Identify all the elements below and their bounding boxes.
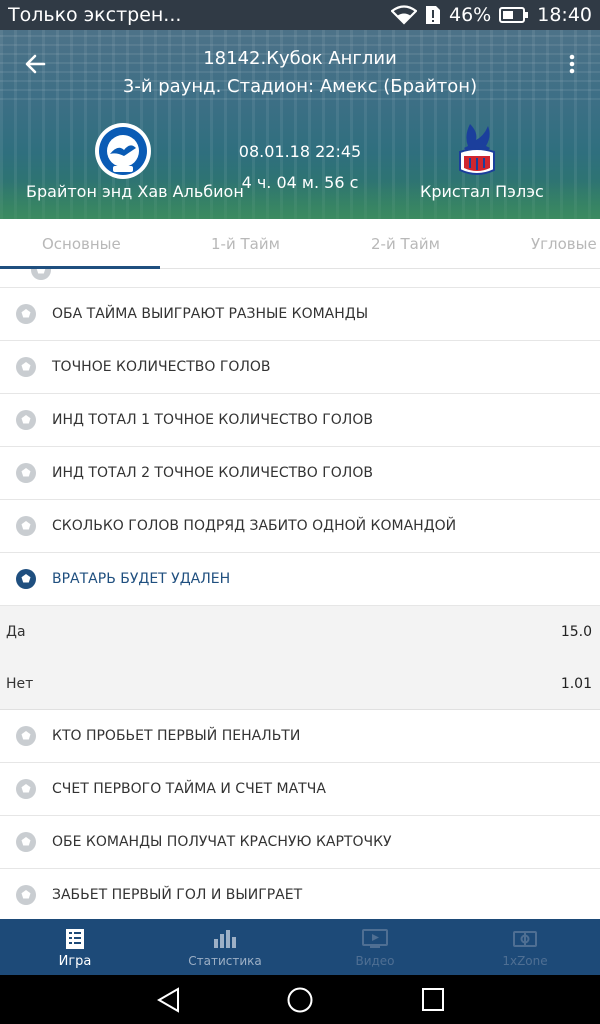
nav-statistics[interactable]: Статистика bbox=[150, 919, 300, 975]
market-list[interactable]: ОБА ТАЙМА ВЫИГРАЮТ РАЗНЫЕ КОМАНДЫ ТОЧНОЕ… bbox=[0, 269, 600, 919]
tab-main[interactable]: Основные bbox=[42, 219, 121, 269]
market-item[interactable]: ТОЧНОЕ КОЛИЧЕСТВО ГОЛОВ bbox=[0, 341, 600, 394]
market-label: КТО ПРОБЬЕТ ПЕРВЫЙ ПЕНАЛЬТИ bbox=[52, 728, 301, 744]
soccer-ball-icon bbox=[16, 304, 36, 324]
system-back-icon[interactable] bbox=[156, 987, 182, 1017]
notification-text: Только экстрен... bbox=[8, 4, 182, 26]
match-header: 18142.Кубок Англии 3-й раунд. Стадион: А… bbox=[0, 30, 600, 219]
outcome-odds: 15.0 bbox=[560, 624, 592, 640]
nav-label: Игра bbox=[58, 953, 92, 969]
soccer-ball-icon bbox=[16, 357, 36, 377]
nav-label: 1xZone bbox=[502, 954, 548, 968]
soccer-ball-icon bbox=[16, 516, 36, 536]
tab-first-half[interactable]: 1-й Тайм bbox=[211, 219, 280, 269]
bottom-navigation: Игра Статистика Видео 1xZone bbox=[0, 919, 600, 975]
market-item[interactable]: ИНД ТОТАЛ 2 ТОЧНОЕ КОЛИЧЕСТВО ГОЛОВ bbox=[0, 447, 600, 500]
outcome-label: Да bbox=[6, 624, 26, 640]
soccer-ball-icon bbox=[16, 726, 36, 746]
sim-alert-icon bbox=[425, 5, 441, 25]
market-label: ОБА ТАЙМА ВЫИГРАЮТ РАЗНЫЕ КОМАНДЫ bbox=[52, 306, 369, 322]
document-icon bbox=[65, 926, 85, 952]
battery-icon bbox=[499, 6, 529, 24]
market-item[interactable]: ИНД ТОТАЛ 1 ТОЧНОЕ КОЛИЧЕСТВО ГОЛОВ bbox=[0, 394, 600, 447]
market-label: ВРАТАРЬ БУДЕТ УДАЛЕН bbox=[52, 571, 231, 587]
soccer-ball-icon bbox=[16, 410, 36, 430]
market-item[interactable]: СЧЕТ ПЕРВОГО ТАЙМА И СЧЕТ МАТЧА bbox=[0, 763, 600, 816]
market-label: ТОЧНОЕ КОЛИЧЕСТВО ГОЛОВ bbox=[52, 359, 271, 375]
soccer-ball-icon bbox=[16, 885, 36, 905]
soccer-ball-icon bbox=[31, 269, 51, 280]
tab-corners[interactable]: Угловые bbox=[531, 219, 597, 269]
tournament-title: 18142.Кубок Англии bbox=[203, 48, 397, 69]
market-label: ИНД ТОТАЛ 2 ТОЧНОЕ КОЛИЧЕСТВО ГОЛОВ bbox=[52, 465, 373, 481]
clock: 18:40 bbox=[537, 4, 592, 26]
nav-label: Видео bbox=[355, 954, 395, 968]
match-date: 08.01.18 22:45 bbox=[238, 142, 362, 161]
outcome-row[interactable]: Да 15.0 bbox=[0, 606, 600, 658]
market-label: ЗАБЬЕТ ПЕРВЫЙ ГОЛ И ВЫИГРАЕТ bbox=[52, 887, 303, 903]
nav-1xzone[interactable]: 1xZone bbox=[450, 919, 600, 975]
market-label: ИНД ТОТАЛ 1 ТОЧНОЕ КОЛИЧЕСТВО ГОЛОВ bbox=[52, 412, 373, 428]
market-item[interactable]: КТО ПРОБЬЕТ ПЕРВЫЙ ПЕНАЛЬТИ bbox=[0, 710, 600, 763]
wifi-icon bbox=[391, 5, 417, 25]
outcome-odds: 1.01 bbox=[560, 675, 592, 692]
market-item[interactable]: ОБЕ КОМАНДЫ ПОЛУЧАТ КРАСНУЮ КАРТОЧКУ bbox=[0, 816, 600, 869]
status-bar: Только экстрен... 46% 18:40 bbox=[0, 0, 600, 30]
outcome-row[interactable]: Нет 1.01 bbox=[0, 658, 600, 710]
match-subtitle: 3-й раунд. Стадион: Амекс (Брайтон) bbox=[122, 76, 478, 97]
market-label: ОБЕ КОМАНДЫ ПОЛУЧАТ КРАСНУЮ КАРТОЧКУ bbox=[52, 834, 392, 850]
tab-second-half[interactable]: 2-й Тайм bbox=[371, 219, 440, 269]
market-item-expanded[interactable]: ВРАТАРЬ БУДЕТ УДАЛЕН bbox=[0, 553, 600, 606]
market-tabs: Основные 1-й Тайм 2-й Тайм Угловые bbox=[0, 219, 600, 269]
zone-icon bbox=[513, 926, 537, 952]
market-item[interactable]: ЗАБЬЕТ ПЕРВЫЙ ГОЛ И ВЫИГРАЕТ bbox=[0, 869, 600, 919]
away-team-name: Кристал Пэлэс bbox=[420, 182, 544, 201]
battery-percent: 46% bbox=[449, 4, 492, 26]
soccer-ball-icon bbox=[16, 569, 36, 589]
nav-game[interactable]: Игра bbox=[0, 919, 150, 975]
bar-chart-icon bbox=[213, 926, 237, 952]
nav-label: Статистика bbox=[188, 954, 262, 968]
system-home-icon[interactable] bbox=[286, 987, 314, 1019]
soccer-ball-icon bbox=[16, 463, 36, 483]
video-icon bbox=[362, 926, 388, 952]
soccer-ball-icon bbox=[16, 832, 36, 852]
status-icons: 46% 18:40 bbox=[391, 4, 592, 26]
away-team-logo bbox=[448, 122, 506, 180]
soccer-ball-icon bbox=[16, 779, 36, 799]
outcome-label: Нет bbox=[6, 675, 34, 692]
market-item[interactable]: СКОЛЬКО ГОЛОВ ПОДРЯД ЗАБИТО ОДНОЙ КОМАНД… bbox=[0, 500, 600, 553]
clipped-list-item bbox=[0, 269, 600, 288]
market-item[interactable]: ОБА ТАЙМА ВЫИГРАЮТ РАЗНЫЕ КОМАНДЫ bbox=[0, 288, 600, 341]
nav-video[interactable]: Видео bbox=[300, 919, 450, 975]
more-vert-icon[interactable] bbox=[564, 50, 580, 78]
market-label: СКОЛЬКО ГОЛОВ ПОДРЯД ЗАБИТО ОДНОЙ КОМАНД… bbox=[52, 518, 457, 534]
system-navigation-bar bbox=[0, 975, 600, 1024]
market-label: СЧЕТ ПЕРВОГО ТАЙМА И СЧЕТ МАТЧА bbox=[52, 781, 326, 797]
system-recent-apps-icon[interactable] bbox=[421, 987, 445, 1017]
